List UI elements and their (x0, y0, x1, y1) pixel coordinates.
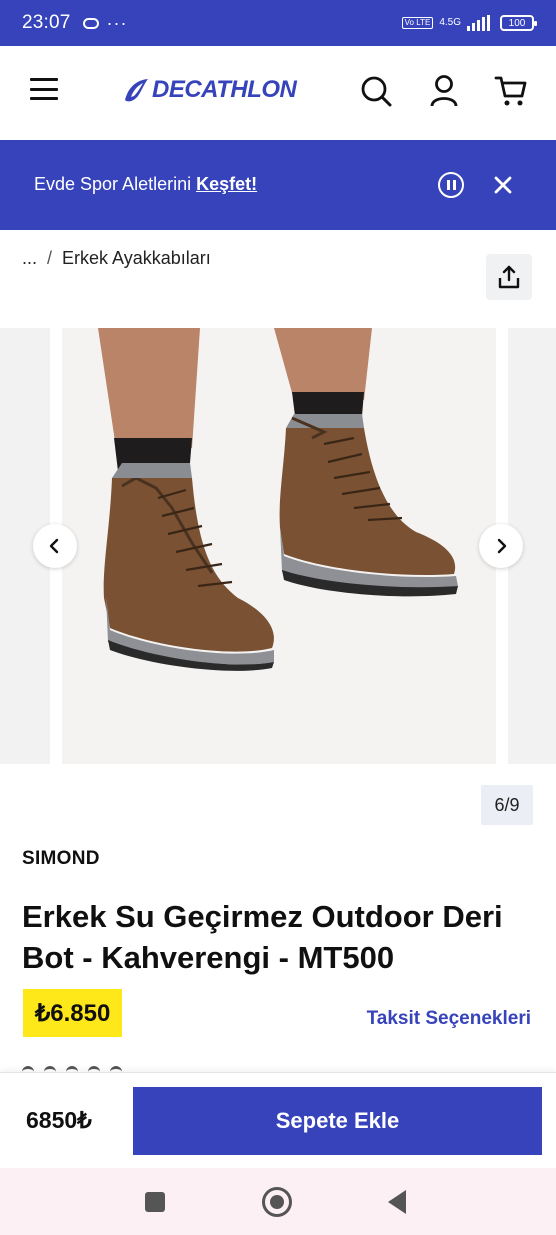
product-title: Erkek Su Geçirmez Outdoor Deri Bot - Kah… (22, 899, 503, 975)
share-button[interactable] (486, 254, 532, 300)
breadcrumb: ... / Erkek Ayakkabıları (22, 248, 211, 269)
promo-text: Evde Spor Aletlerini Keşfet! (34, 174, 257, 195)
status-indicators: Vo LTE 4.5G 100 (401, 15, 537, 31)
home-icon[interactable] (262, 1187, 292, 1217)
installment-options-link[interactable]: Taksit Seçenekleri (367, 1008, 531, 1030)
recents-icon[interactable] (145, 1192, 165, 1212)
promo-discover-link[interactable]: Keşfet! (196, 174, 257, 194)
breadcrumb-current[interactable]: Erkek Ayakkabıları (62, 248, 211, 269)
menu-icon[interactable] (30, 78, 58, 100)
breadcrumb-separator: / (47, 248, 53, 268)
game-controller-icon (82, 17, 99, 29)
add-to-cart-button[interactable]: Sepete Ekle (133, 1087, 542, 1155)
close-icon[interactable] (490, 172, 516, 198)
status-bar: 23:07 ··· Vo LTE 4.5G 100 (0, 0, 556, 46)
back-icon[interactable] (388, 1190, 406, 1214)
status-time: 23:07 (22, 12, 71, 33)
volte-badge: Vo LTE (401, 17, 434, 29)
status-more-dots: ··· (106, 12, 128, 33)
image-counter: 6/9 (481, 785, 533, 825)
site-header: DECATHLON (0, 46, 556, 140)
battery-icon: 100 (500, 15, 537, 31)
product-gallery[interactable] (0, 328, 556, 764)
product-brand[interactable]: SIMOND (22, 848, 100, 870)
sticky-price: 6850₺ (26, 1107, 92, 1133)
product-price: ₺6.850 (23, 989, 123, 1037)
sticky-cart-bar: 6850₺ Sepete Ekle (0, 1072, 556, 1168)
logo-mark-icon (125, 79, 148, 102)
promo-message: Evde Spor Aletlerini (34, 174, 197, 194)
decathlon-logo[interactable]: DECATHLON (122, 76, 297, 104)
product-image[interactable] (62, 328, 496, 764)
share-icon (498, 265, 520, 289)
search-icon[interactable] (359, 74, 393, 108)
account-icon[interactable] (427, 74, 461, 108)
signal-icon (467, 15, 490, 31)
chevron-left-icon[interactable] (33, 524, 77, 568)
cart-icon[interactable] (494, 74, 528, 108)
breadcrumb-ellipsis[interactable]: ... (22, 248, 37, 269)
hiking-boots-photo (62, 328, 496, 764)
chevron-right-icon[interactable] (479, 524, 523, 568)
battery-level: 100 (508, 17, 526, 29)
system-nav-bar (0, 1168, 556, 1235)
promo-banner: Evde Spor Aletlerini Keşfet! (0, 140, 556, 230)
network-type: 4.5G (439, 17, 461, 28)
logo-text: DECATHLON (152, 76, 297, 103)
pause-icon[interactable] (438, 172, 464, 198)
